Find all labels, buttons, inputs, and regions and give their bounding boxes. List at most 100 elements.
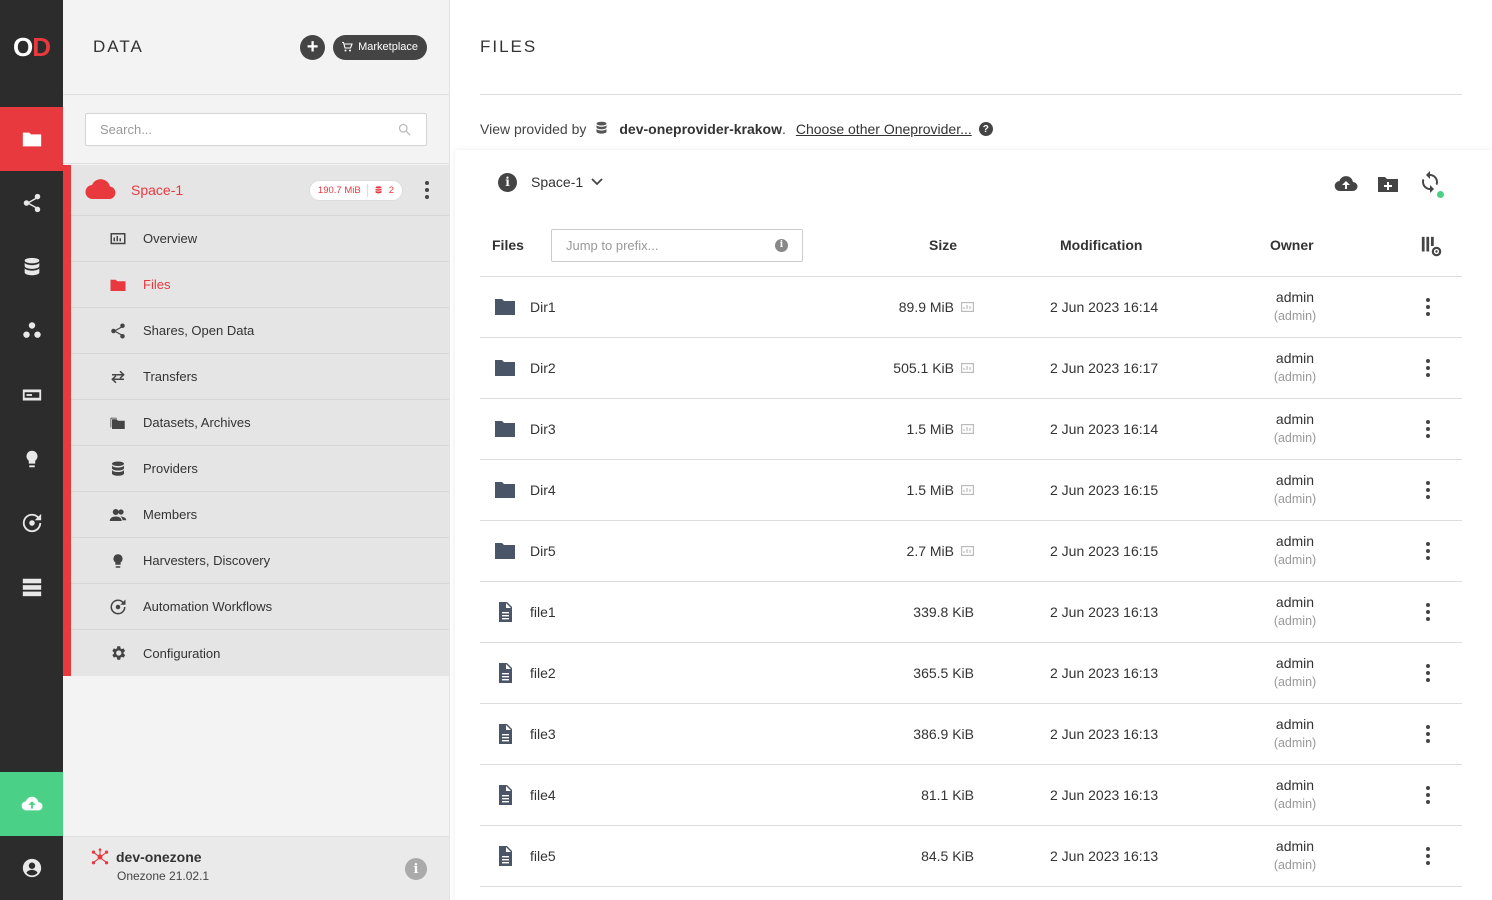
row-actions-menu-icon[interactable] [1418, 475, 1438, 505]
rail-harvesters[interactable] [0, 427, 63, 491]
row-actions-menu-icon[interactable] [1418, 658, 1438, 688]
table-row[interactable]: file481.1 KiB2 Jun 2023 16:13admin(admin… [480, 765, 1462, 826]
columns-settings-button[interactable] [1420, 235, 1442, 260]
row-actions-menu-icon[interactable] [1418, 292, 1438, 322]
table-row[interactable]: file1339.8 KiB2 Jun 2023 16:13admin(admi… [480, 582, 1462, 643]
size-stats-icon[interactable] [961, 299, 974, 315]
refresh-button[interactable] [1418, 170, 1442, 197]
sidebar-item-members[interactable]: Members [71, 492, 449, 538]
file-icon [494, 785, 516, 808]
dir-info-icon[interactable]: i [498, 173, 517, 192]
size-stats-icon[interactable] [961, 482, 974, 498]
space-actions-menu-icon[interactable] [417, 175, 437, 205]
choose-provider-link[interactable]: Choose other Oneprovider... [796, 121, 972, 137]
marketplace-button[interactable]: Marketplace [333, 35, 427, 60]
row-actions-menu-icon[interactable] [1418, 780, 1438, 810]
groups-icon [21, 320, 43, 342]
size-stats-icon[interactable] [961, 360, 974, 376]
sidebar-item-label: Harvesters, Discovery [143, 553, 270, 568]
column-size[interactable]: Size [929, 237, 957, 253]
file-name[interactable]: Dir2 [530, 360, 556, 376]
sidebar-item-transfers[interactable]: Transfers [71, 354, 449, 400]
owner-name: admin [1270, 776, 1320, 795]
rail-user[interactable] [0, 836, 63, 900]
file-size: 365.5 KiB [913, 665, 974, 681]
sidebar-item-automation[interactable]: Automation Workflows [71, 584, 449, 630]
column-owner[interactable]: Owner [1270, 237, 1314, 253]
sidebar-item-label: Datasets, Archives [143, 415, 251, 430]
file-name[interactable]: file3 [530, 726, 556, 742]
file-name[interactable]: Dir5 [530, 543, 556, 559]
table-row[interactable]: file584.5 KiB2 Jun 2023 16:13admin(admin… [480, 826, 1462, 887]
rail-groups[interactable] [0, 299, 63, 363]
file-table-body: Dir189.9 MiB2 Jun 2023 16:14admin(admin)… [480, 277, 1462, 887]
file-owner: admin(admin) [1270, 593, 1320, 631]
jump-to-prefix-input[interactable] [566, 238, 775, 253]
table-row[interactable]: Dir41.5 MiB2 Jun 2023 16:15admin(admin) [480, 460, 1462, 521]
zone-info-icon[interactable]: i [405, 858, 427, 880]
cloud-upload-icon[interactable] [1334, 172, 1358, 196]
toolbar-actions [1334, 170, 1442, 197]
sidebar-item-harvesters[interactable]: Harvesters, Discovery [71, 538, 449, 584]
table-row[interactable]: Dir2505.1 KiB2 Jun 2023 16:17admin(admin… [480, 338, 1462, 399]
file-name[interactable]: Dir4 [530, 482, 556, 498]
sidebar-item-configuration[interactable]: Configuration [71, 630, 449, 676]
column-modification[interactable]: Modification [1060, 237, 1142, 253]
add-space-button[interactable]: + [300, 35, 325, 60]
size-stats-icon[interactable] [961, 421, 974, 437]
file-name[interactable]: Dir3 [530, 421, 556, 437]
sidebar-item-overview[interactable]: Overview [71, 216, 449, 262]
row-actions-menu-icon[interactable] [1418, 414, 1438, 444]
rail-tokens[interactable] [0, 363, 63, 427]
sidebar-item-shares[interactable]: Shares, Open Data [71, 308, 449, 354]
file-name[interactable]: file1 [530, 604, 556, 620]
search-input[interactable] [100, 122, 397, 137]
zone-name-line[interactable]: dev-onezone [90, 848, 449, 866]
file-size-value: 84.5 KiB [921, 848, 974, 864]
rail-clusters[interactable] [0, 555, 63, 619]
file-name[interactable]: file5 [530, 848, 556, 864]
jump-to-prefix: i [551, 229, 803, 262]
onedata-logo[interactable]: OD [0, 0, 63, 95]
rail-uploads[interactable] [0, 772, 63, 836]
file-size-value: 365.5 KiB [913, 665, 974, 681]
new-folder-icon[interactable] [1376, 172, 1400, 196]
table-row[interactable]: file2365.5 KiB2 Jun 2023 16:13admin(admi… [480, 643, 1462, 704]
table-row[interactable]: Dir52.7 MiB2 Jun 2023 16:15admin(admin) [480, 521, 1462, 582]
current-dir-dropdown[interactable]: Space-1 [531, 174, 603, 190]
icon-rail: OD [0, 0, 63, 900]
sidebar-item-files[interactable]: Files [71, 262, 449, 308]
file-size-value: 386.9 KiB [913, 726, 974, 742]
sidebar-search [85, 113, 427, 146]
sidebar-item-providers[interactable]: Providers [71, 446, 449, 492]
rail-automation[interactable] [0, 491, 63, 555]
row-actions-menu-icon[interactable] [1418, 597, 1438, 627]
rail-data[interactable] [0, 107, 63, 171]
file-name[interactable]: file4 [530, 787, 556, 803]
help-icon[interactable]: ? [979, 122, 993, 136]
sidebar-item-datasets[interactable]: Datasets, Archives [71, 400, 449, 446]
file-name[interactable]: file2 [530, 665, 556, 681]
sidebar-item-label: Automation Workflows [143, 599, 272, 614]
file-size: 386.9 KiB [913, 726, 974, 742]
rail-shares[interactable] [0, 171, 63, 235]
space-item-space-1[interactable]: Space-1 190.7 MiB 2 [71, 165, 449, 216]
sidebar-item-label: Configuration [143, 646, 220, 661]
sidebar-item-label: Shares, Open Data [143, 323, 254, 338]
row-actions-menu-icon[interactable] [1418, 841, 1438, 871]
file-size-value: 89.9 MiB [899, 299, 954, 315]
row-actions-menu-icon[interactable] [1418, 353, 1438, 383]
info-icon[interactable]: i [775, 239, 788, 252]
size-stats-icon[interactable] [961, 543, 974, 559]
file-size: 1.5 MiB [907, 482, 974, 498]
rail-providers[interactable] [0, 235, 63, 299]
share-icon [109, 322, 127, 340]
file-modification: 2 Jun 2023 16:13 [1050, 787, 1158, 803]
table-row[interactable]: Dir189.9 MiB2 Jun 2023 16:14admin(admin) [480, 277, 1462, 338]
table-row[interactable]: Dir31.5 MiB2 Jun 2023 16:14admin(admin) [480, 399, 1462, 460]
table-row[interactable]: file3386.9 KiB2 Jun 2023 16:13admin(admi… [480, 704, 1462, 765]
row-actions-menu-icon[interactable] [1418, 536, 1438, 566]
sidebar: DATA + Marketplace Space-1 190.7 MiB 2 [63, 0, 450, 900]
row-actions-menu-icon[interactable] [1418, 719, 1438, 749]
file-name[interactable]: Dir1 [530, 299, 556, 315]
